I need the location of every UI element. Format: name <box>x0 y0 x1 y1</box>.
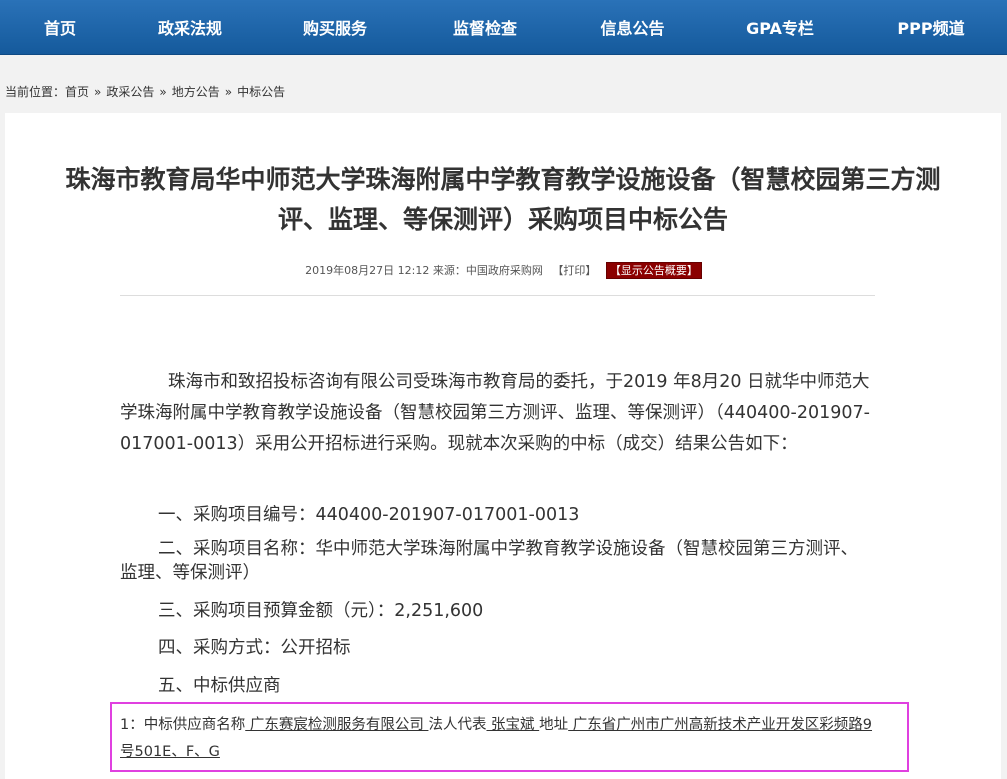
title-line-2: 评、监理、等保测评）采购项目中标公告 <box>277 205 728 234</box>
breadcrumb-home[interactable]: 首页 <box>65 85 89 99</box>
show-summary-button[interactable]: 【显示公告概要】 <box>605 262 702 279</box>
nav-home[interactable]: 首页 <box>0 15 120 39</box>
breadcrumb-separator: » <box>94 85 102 99</box>
nav-regulations[interactable]: 政采法规 <box>120 15 260 39</box>
breadcrumb-separator: » <box>159 85 167 99</box>
breadcrumb-procurement[interactable]: 政采公告 <box>106 85 154 99</box>
supplier-name: 广东赛宸检测服务有限公司 <box>245 717 429 733</box>
breadcrumb-prefix: 当前位置： <box>5 85 66 99</box>
nav-announcements[interactable]: 信息公告 <box>560 15 705 39</box>
winning-supplier-heading: 五、中标供应商 <box>158 676 281 696</box>
legal-rep: 张宝斌 <box>486 717 540 733</box>
divider <box>120 295 875 296</box>
print-link[interactable]: 【打印】 <box>552 264 596 277</box>
address-label: 地址 <box>539 717 569 733</box>
legal-rep-label: 法人代表 <box>428 717 487 733</box>
article-meta: 2019年08月27日 12:12 来源：中国政府采购网 【打印】 【显示公告概… <box>0 262 1007 279</box>
title-line-1: 珠海市教育局华中师范大学珠海附属中学教育教学设施设备（智慧校园第三方测 <box>65 165 941 194</box>
source: 来源：中国政府采购网 <box>432 264 543 277</box>
nav-supervision[interactable]: 监督检查 <box>410 15 560 39</box>
project-name: 二、采购项目名称：华中师范大学珠海附属中学教育教学设施设备（智慧校园第三方测评、… <box>120 539 858 583</box>
breadcrumb: 当前位置：首页 » 政采公告 » 地方公告 » 中标公告 <box>5 83 285 100</box>
supplier-lead: 1：中标供应商名称 <box>120 717 246 733</box>
nav-gpa[interactable]: GPA专栏 <box>705 15 855 39</box>
breadcrumb-award[interactable]: 中标公告 <box>237 85 285 99</box>
supplier-info: 1：中标供应商名称 广东赛宸检测服务有限公司 法人代表 张宝斌 地址 广东省广州… <box>120 712 880 766</box>
publish-datetime: 2019年08月27日 12:12 <box>305 264 430 277</box>
top-nav: 首页 政采法规 购买服务 监督检查 信息公告 GPA专栏 PPP频道 <box>0 0 1007 55</box>
intro-paragraph: 珠海市和致招投标咨询有限公司受珠海市教育局的委托，于2019 年8月20 日就华… <box>120 372 870 454</box>
procurement-method: 四、采购方式：公开招标 <box>158 638 351 658</box>
nav-ppp[interactable]: PPP频道 <box>855 15 1007 39</box>
breadcrumb-separator: » <box>224 85 233 99</box>
nav-purchase-services[interactable]: 购买服务 <box>260 15 410 39</box>
project-budget: 三、采购项目预算金额（元）：2,251,600 <box>158 601 484 621</box>
project-number: 一、采购项目编号：440400-201907-017001-0013 <box>158 505 580 525</box>
breadcrumb-local[interactable]: 地方公告 <box>172 85 220 99</box>
article-title: 珠海市教育局华中师范大学珠海附属中学教育教学设施设备（智慧校园第三方测 评、监理… <box>40 160 966 240</box>
